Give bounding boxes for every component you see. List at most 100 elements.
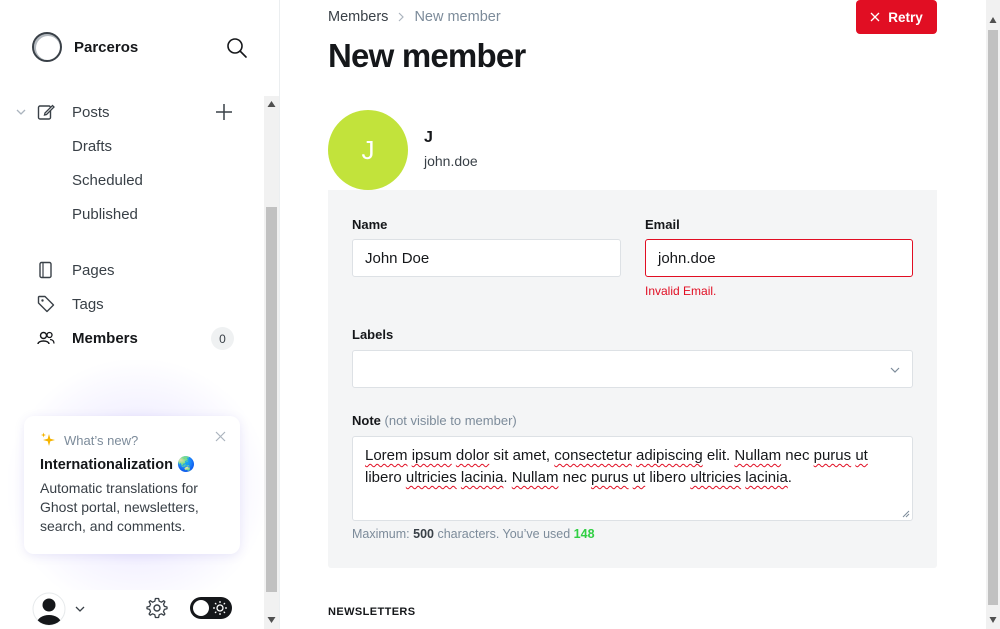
email-error-message: Invalid Email.	[645, 284, 717, 298]
chevron-down-icon[interactable]	[15, 106, 27, 118]
note-word: dolor	[455, 447, 490, 464]
search-icon[interactable]	[226, 37, 248, 59]
note-word: elit.	[702, 447, 735, 464]
note-character-counter: Maximum: 500 characters. You’ve used 148	[352, 527, 595, 541]
note-word: adipiscing	[636, 447, 703, 464]
edit-icon	[37, 104, 55, 120]
member-avatar: J	[328, 110, 408, 190]
whats-new-body: Automatic translations for Ghost portal,…	[40, 480, 199, 534]
scroll-down-arrow-icon[interactable]	[267, 616, 276, 624]
name-field[interactable]: John Doe	[352, 239, 621, 277]
note-word: sit amet,	[489, 447, 555, 464]
note-word: lacinia	[745, 469, 788, 486]
sidebar-item-label: Pages	[72, 261, 115, 279]
member-form-card: Name John Doe Email john.doe Invalid Ema…	[328, 190, 937, 568]
scroll-up-arrow-icon[interactable]	[267, 100, 276, 108]
breadcrumb: Members New member	[328, 9, 501, 25]
sidebar-item-published[interactable]: Published	[0, 197, 264, 231]
note-label-text: Note	[352, 413, 381, 428]
email-field[interactable]: john.doe	[645, 239, 913, 277]
note-word: nec	[781, 447, 814, 464]
note-label: Note (not visible to member)	[352, 413, 517, 428]
retry-button[interactable]: Retry	[856, 0, 937, 34]
sidebar-nav: Posts Drafts Scheduled Published Pages T…	[0, 95, 264, 355]
whats-new-card[interactable]: What’s new? Internationalization 🌏 Autom…	[24, 416, 240, 554]
note-word: Lorem	[365, 447, 408, 464]
scroll-up-arrow-icon[interactable]	[989, 16, 997, 24]
sidebar-item-tags[interactable]: Tags	[0, 287, 264, 321]
note-word: ultricies	[690, 469, 742, 486]
sidebar-item-label: Drafts	[72, 137, 113, 155]
note-word: libero	[645, 469, 691, 486]
sidebar-item-drafts[interactable]: Drafts	[0, 129, 264, 163]
pages-icon	[39, 261, 52, 279]
sidebar-item-pages[interactable]: Pages	[0, 253, 264, 287]
whats-new-title: Internationalization 🌏	[40, 457, 196, 473]
sidebar-item-label: Scheduled	[72, 171, 143, 189]
scroll-down-arrow-icon[interactable]	[989, 616, 997, 624]
breadcrumb-current: New member	[414, 9, 501, 25]
chevron-down-icon[interactable]	[74, 603, 86, 615]
page-scrollbar-thumb[interactable]	[988, 30, 998, 605]
counter-mid: characters. You’ve used	[433, 527, 574, 541]
counter-max: 500	[413, 527, 434, 541]
toggle-knob	[193, 600, 209, 616]
note-word: .	[787, 469, 792, 486]
note-word: consectetur	[554, 447, 632, 464]
note-word: lacinia	[460, 469, 504, 486]
sidebar-item-label: Posts	[72, 103, 110, 121]
note-word: ultricies	[405, 469, 457, 486]
retry-label: Retry	[888, 9, 923, 25]
note-word: ut	[632, 469, 646, 486]
note-word: Nullam	[734, 447, 782, 464]
whats-new-label: What’s new?	[64, 432, 139, 448]
sidebar-item-posts[interactable]: Posts	[0, 95, 264, 129]
chevron-down-icon	[890, 367, 900, 373]
app-window: Parceros Posts Drafts Scheduled Publishe…	[0, 0, 1000, 629]
note-word: Nullam	[511, 469, 559, 486]
close-icon	[870, 12, 880, 22]
newsletters-heading: NEWSLETTERS	[328, 606, 416, 618]
resize-handle-icon[interactable]	[902, 510, 910, 518]
main-content: Members New member Retry New member J J …	[280, 0, 986, 629]
chevron-right-icon	[399, 12, 405, 22]
counter-used: 148	[573, 527, 595, 541]
name-label: Name	[352, 217, 388, 232]
sidebar: Parceros Posts Drafts Scheduled Publishe…	[0, 0, 280, 629]
note-word: nec	[558, 469, 591, 486]
member-name: J	[424, 129, 433, 146]
email-label: Email	[645, 217, 680, 232]
labels-label: Labels	[352, 327, 394, 342]
breadcrumb-members-link[interactable]: Members	[328, 9, 388, 25]
counter-prefix: Maximum:	[352, 527, 414, 541]
member-email: john.doe	[424, 153, 478, 169]
note-textarea[interactable]: Lorem ipsum dolor sit amet, consectetur …	[352, 436, 913, 521]
members-count-badge: 0	[211, 327, 234, 350]
close-icon[interactable]	[215, 431, 226, 442]
sidebar-item-members[interactable]: Members 0	[0, 321, 264, 355]
page-title: New member	[328, 37, 526, 74]
sidebar-item-label: Published	[72, 205, 138, 223]
members-icon	[37, 331, 55, 345]
theme-toggle[interactable]	[190, 597, 232, 619]
brand[interactable]: Parceros	[32, 32, 138, 62]
brand-logo	[32, 32, 62, 62]
note-hint: (not visible to member)	[384, 413, 517, 428]
user-avatar-icon[interactable]	[32, 592, 66, 626]
gear-icon[interactable]	[146, 597, 168, 619]
sidebar-footer	[32, 592, 242, 626]
note-word: purus	[813, 447, 852, 464]
sidebar-item-label: Members	[72, 329, 138, 347]
add-post-icon[interactable]	[214, 102, 234, 122]
note-word: ut	[855, 447, 868, 464]
note-word: libero	[365, 469, 406, 486]
labels-select[interactable]	[352, 350, 913, 388]
note-word: ipsum	[411, 447, 452, 464]
whats-new-header: What’s new?	[40, 432, 224, 448]
note-word: purus	[590, 469, 629, 486]
sun-icon	[213, 601, 227, 615]
sidebar-item-scheduled[interactable]: Scheduled	[0, 163, 264, 197]
note-word: .	[503, 469, 512, 486]
brand-name: Parceros	[74, 38, 139, 56]
